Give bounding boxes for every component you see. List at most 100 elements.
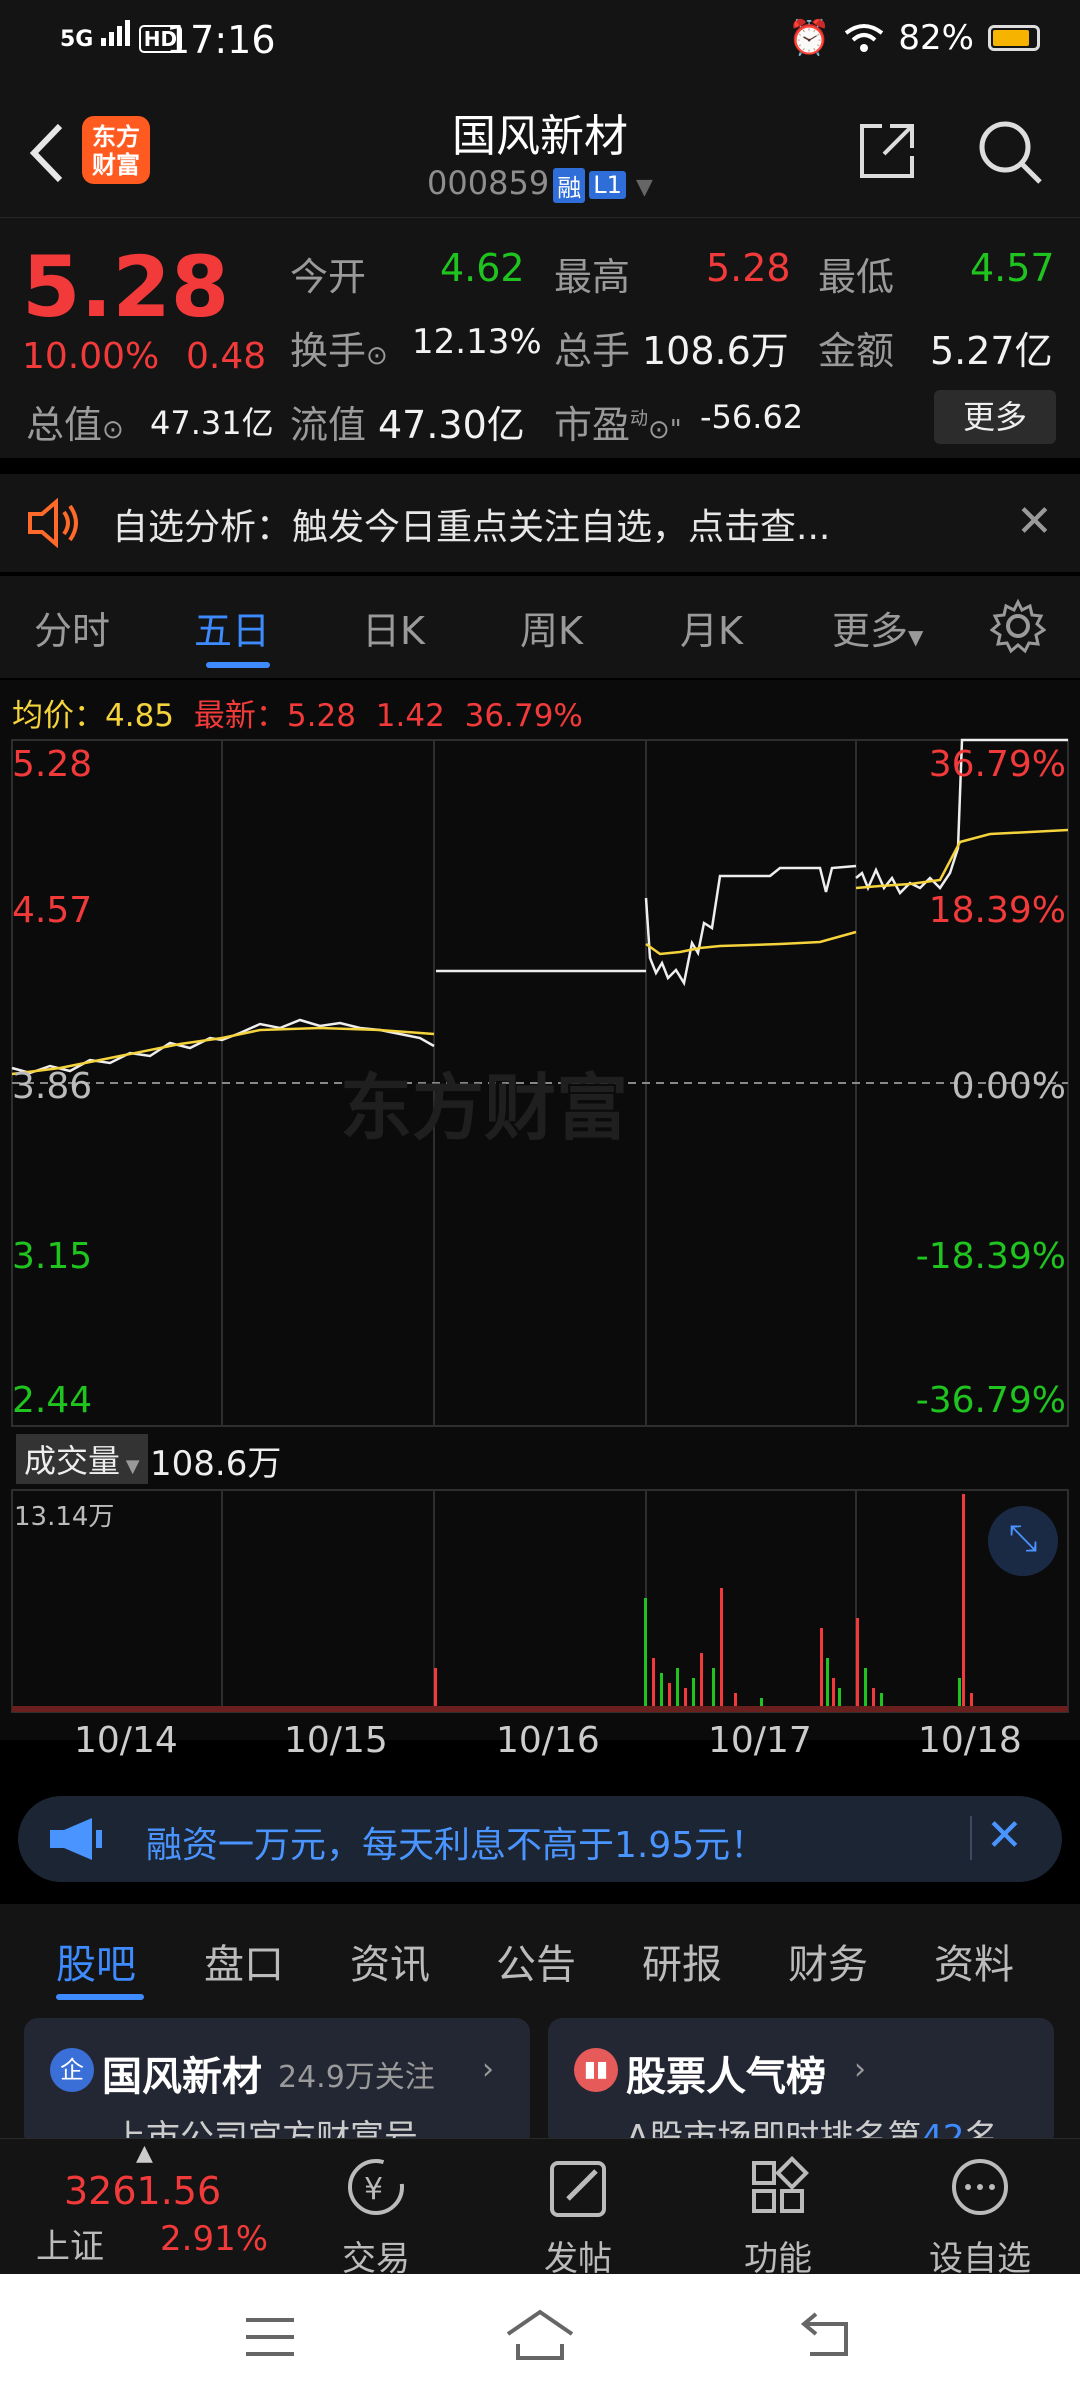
- tab-more[interactable]: 更多▼: [832, 600, 923, 655]
- date-tick-4: 10/17: [708, 1720, 812, 1761]
- signal-icon: [101, 20, 131, 46]
- trade-icon[interactable]: ¥: [306, 2153, 446, 2223]
- low-value: 4.57: [970, 246, 1055, 290]
- chart-legend: 均价：4.85 最新：5.28 1.42 36.79%: [12, 690, 583, 735]
- avg-price-label: 均价：4.85: [12, 698, 175, 734]
- close-icon[interactable]: ✕: [1016, 496, 1053, 547]
- expand-chart-icon[interactable]: ⤡: [988, 1506, 1058, 1576]
- chart-tabs: 分时 五日 日K 周K 月K 更多▼: [0, 576, 1080, 678]
- feature-cards: 企 国风新材 24.9万关注 › 上市公司官方财富号 ▮▮ 股票人气榜 › A股…: [0, 2008, 1080, 2148]
- info-icon: ⊙: [102, 415, 124, 445]
- y-tick-right-4: -18.39%: [915, 1236, 1066, 1277]
- index-pct: 2.91%: [160, 2219, 269, 2259]
- margin-tag: 融: [553, 167, 586, 203]
- nav-trade[interactable]: 交易: [306, 2231, 446, 2280]
- enterprise-badge-icon: 企: [50, 2048, 94, 2092]
- open-label: 今开: [290, 255, 367, 299]
- volume-value: 108.6万: [642, 329, 789, 373]
- info-tabs: 股吧 盘口 资讯 公告 研报 财务 资料: [0, 1904, 1080, 2008]
- battery-icon: [988, 25, 1040, 51]
- wifi-icon: [845, 24, 884, 52]
- y-tick-left-4: 3.15: [12, 1236, 93, 1277]
- speaker-icon: [28, 498, 78, 548]
- info-icon: ⊙": [648, 415, 682, 445]
- battery-text: 82%: [898, 18, 974, 58]
- company-account-card[interactable]: 企 国风新材 24.9万关注 › 上市公司官方财富号: [24, 2018, 530, 2148]
- market-cap-label[interactable]: 总值⊙: [26, 394, 124, 449]
- change-percent: 10.00%: [22, 336, 160, 377]
- low-label: 最低: [818, 255, 895, 299]
- y-tick-left-3: 3.86: [12, 1066, 93, 1107]
- five-day-chart[interactable]: 均价：4.85 最新：5.28 1.42 36.79% 东方财富 5.28 4.…: [0, 680, 1080, 1761]
- more-button[interactable]: 更多: [934, 390, 1056, 444]
- search-icon[interactable]: [976, 118, 1044, 186]
- tab-news[interactable]: 资讯: [350, 1932, 430, 1990]
- tab-forum[interactable]: 股吧: [56, 1932, 136, 1990]
- pe-value: -56.62: [700, 398, 804, 436]
- dropdown-arrow-icon: ▼: [120, 1456, 140, 1477]
- tab-daily-k[interactable]: 日K: [362, 600, 425, 655]
- tab-intraday[interactable]: 分时: [34, 600, 110, 655]
- quote-panel: 5.28 10.00% 0.48 今开 4.62 最高 5.28 最低 4.57…: [0, 218, 1080, 458]
- y-tick-right-1: 36.79%: [928, 744, 1066, 785]
- date-tick-5: 10/18: [918, 1720, 1022, 1761]
- avg-line-day-4: [645, 930, 857, 956]
- turnover-value: 12.13%: [412, 322, 542, 362]
- bottom-nav: ▲ 3261.56 上证 2.91% ¥ 交易 发帖 功能 设自选: [0, 2138, 1080, 2279]
- price-line-day-4: [644, 864, 857, 987]
- nav-post[interactable]: 发帖: [508, 2231, 648, 2280]
- tab-weekly-k[interactable]: 周K: [520, 600, 583, 655]
- current-price: 5.28: [22, 238, 230, 336]
- turnover-label[interactable]: 换手⊙: [290, 320, 388, 375]
- y-tick-left-2: 4.57: [12, 890, 93, 931]
- change-amount: 0.48: [186, 336, 267, 377]
- tab-financials[interactable]: 财务: [788, 1932, 868, 1990]
- home-icon[interactable]: [504, 2308, 576, 2364]
- float-cap-label: 流值: [290, 403, 367, 447]
- stock-header: 东方 财富 国风新材 000859 融 L1 ▼: [0, 82, 1080, 218]
- system-nav-bar: [0, 2274, 1080, 2400]
- notice-bar[interactable]: 自选分析：触发今日重点关注自选，点击查... ✕: [0, 474, 1080, 572]
- svg-text:¥: ¥: [364, 2172, 383, 2207]
- add-watchlist-icon[interactable]: [910, 2153, 1050, 2223]
- level-tag: L1: [589, 171, 626, 199]
- share-icon[interactable]: [856, 120, 918, 182]
- promo-banner[interactable]: 融资一万元，每天利息不高于1.95元！ ✕: [18, 1796, 1062, 1882]
- volume-indicator-selector[interactable]: 成交量 ▼: [16, 1434, 148, 1484]
- stock-code-row[interactable]: 000859 融 L1 ▼: [0, 164, 1080, 203]
- stock-name: 国风新材: [452, 111, 628, 162]
- amount-value: 5.27亿: [930, 329, 1053, 373]
- latest-change: 1.42: [375, 698, 445, 734]
- tab-profile[interactable]: 资料: [934, 1932, 1014, 1990]
- close-icon[interactable]: ✕: [986, 1810, 1023, 1861]
- tab-research[interactable]: 研报: [642, 1932, 722, 1990]
- tab-orderbook[interactable]: 盘口: [204, 1932, 284, 1990]
- dropdown-arrow-icon: ▼: [636, 175, 653, 200]
- compose-post-icon[interactable]: [508, 2153, 648, 2223]
- open-value: 4.62: [440, 246, 525, 290]
- tab-monthly-k[interactable]: 月K: [680, 600, 743, 655]
- volume-bars: [12, 1494, 1068, 1712]
- menu-icon[interactable]: [240, 2312, 300, 2362]
- notice-text: 自选分析：触发今日重点关注自选，点击查...: [112, 507, 831, 548]
- index-value[interactable]: 3261.56: [64, 2169, 221, 2213]
- y-tick-left-1: 5.28: [12, 744, 93, 785]
- date-tick-2: 10/15: [284, 1720, 388, 1761]
- settings-gear-icon[interactable]: [990, 598, 1046, 654]
- float-cap-value: 47.30亿: [378, 403, 525, 447]
- tab-announcements[interactable]: 公告: [496, 1932, 576, 1990]
- back-nav-icon[interactable]: [796, 2310, 856, 2360]
- tab-five-day[interactable]: 五日: [194, 600, 270, 655]
- promo-text: 融资一万元，每天利息不高于1.95元！: [146, 1825, 767, 1866]
- latest-pct: 36.79%: [464, 698, 583, 734]
- volume-max-label: 13.14万: [14, 1502, 115, 1532]
- nav-add-watchlist[interactable]: 设自选: [910, 2231, 1050, 2280]
- date-tick-1: 10/14: [74, 1720, 178, 1761]
- popularity-ranking-card[interactable]: ▮▮ 股票人气榜 › A股市场即时排名第42名: [548, 2018, 1054, 2148]
- pe-label[interactable]: 市盈动⊙": [554, 394, 682, 449]
- nav-functions[interactable]: 功能: [708, 2231, 848, 2280]
- high-label: 最高: [554, 255, 631, 299]
- up-arrow-icon: ▲: [136, 2141, 153, 2166]
- ranking-card-title: 股票人气榜: [626, 2054, 826, 2100]
- functions-grid-icon[interactable]: [708, 2153, 848, 2223]
